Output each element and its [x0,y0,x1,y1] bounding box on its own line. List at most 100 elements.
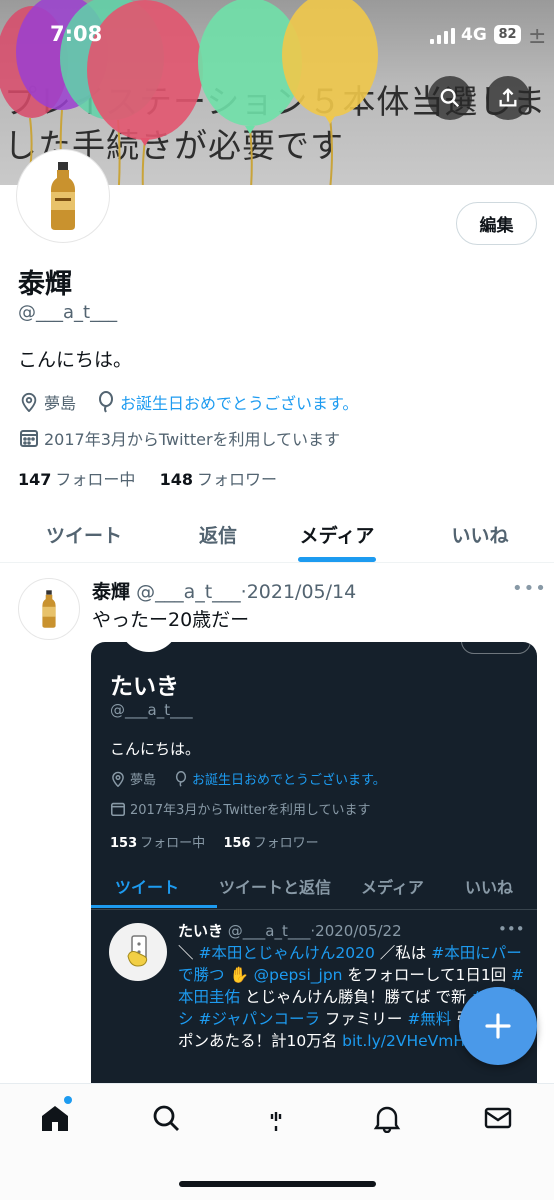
embedded-tweet-name: たいき [178,922,224,940]
embedded-tweet-text-segment: ＼ [178,944,199,962]
embedded-tweet-hashtag: #無料 [407,1010,452,1028]
calendar-icon [20,430,38,447]
tab-media[interactable]: メディア [260,505,414,563]
followers-count: 148 [159,470,194,489]
tweet-author-handle[interactable]: @___a_t___ [136,581,241,603]
mail-icon [484,1107,512,1129]
home-unread-dot [64,1096,72,1104]
tweet-more-button[interactable]: ••• [512,578,547,599]
embedded-tweet-text-segment: ✋ [224,966,254,984]
location-text: 夢島 [44,394,77,413]
embedded-name: たいき [110,674,179,700]
nav-search[interactable] [148,1100,184,1136]
tweet-date[interactable]: 2021/05/14 [247,581,357,603]
embedded-tabs: ツイート ツイートと返信 メディア いいね [91,864,537,910]
share-icon [499,88,517,107]
embedded-tweet-text-segment: ／私は [374,944,432,962]
search-icon [440,88,460,108]
embedded-avatar [119,642,179,652]
embedded-following-label: フォロー中 [140,836,206,851]
embedded-edit-button [461,642,531,654]
embedded-followers-count: 156 [223,836,251,851]
embedded-tweet-date: 2020/05/22 [315,922,402,940]
embedded-followers-label: フォロワー [253,836,319,851]
signal-icon [430,28,455,44]
embedded-tab-likes: いいね [465,878,514,897]
edit-profile-button[interactable]: 編集 [456,202,537,245]
embedded-handle: @___a_t___ [110,701,193,719]
battery-icon: 82 [494,25,521,44]
following-label: フォロー中 [55,470,136,489]
profile-birthday: お誕生日おめでとうございます。 [98,390,358,414]
following-link[interactable]: 147 フォロー中 [18,470,135,489]
embedded-active-tab-indicator [91,905,217,908]
profile-joined: 2017年3月からTwitterを利用しています [20,426,340,450]
follow-stats: 147 フォロー中 148 フォロワー [18,466,277,490]
share-button[interactable] [486,76,530,120]
balloon-icon [99,391,113,413]
hand-avatar-image [127,935,148,967]
search-button[interactable] [428,76,472,120]
tweet-text: やったー20歳だー [92,609,250,631]
followers-label: フォロワー [197,470,278,489]
nav-notifications[interactable] [369,1100,405,1136]
bottle-avatar-image [42,590,56,628]
joined-text: 2017年3月からTwitterを利用しています [44,430,341,449]
embedded-location-text: 夢島 [130,773,157,788]
home-indicator [179,1181,376,1187]
embedded-tweet-avatar [109,923,167,981]
profile-handle: @___a_t___ [18,302,118,323]
embedded-tweet-text-segment: とじゃんけん勝負！勝てば で新 [240,988,472,1006]
embedded-tweet-hashtag: #本田とじゃんけん2020 [198,944,375,962]
embedded-tab-media: メディア [361,878,424,897]
embedded-tweet-hashtag: @pepsi_jpn [253,966,343,984]
embedded-joined-text: 2017年3月からTwitterを利用しています [130,803,371,818]
embedded-following-count: 153 [110,836,138,851]
embedded-tweet-header: たいき @___a_t___·2020/05/22 [178,920,402,941]
birthday-text[interactable]: お誕生日おめでとうございます。 [120,390,358,414]
spaces-icon [270,1112,282,1131]
tweet-author-name[interactable]: 泰輝 [92,581,130,603]
balloon-icon [175,770,187,787]
bottle-avatar-image [51,162,75,230]
tweet-avatar[interactable] [18,578,80,640]
embedded-tweet-more: ••• [498,920,525,938]
following-count: 147 [18,470,52,489]
nav-messages[interactable] [480,1100,516,1136]
bottom-nav [0,1083,554,1200]
embedded-tab-tweets-replies: ツイートと返信 [219,878,332,897]
embedded-tweet-text-segment: ファミリー [319,1010,408,1028]
nav-spaces[interactable] [258,1100,294,1136]
home-icon [42,1106,68,1131]
profile-tabs: ツイート 返信 メディア いいね [0,505,554,563]
nav-home[interactable] [37,1100,73,1136]
compose-tweet-button[interactable] [459,987,537,1065]
profile-name: 泰輝 [18,269,72,300]
bell-icon [373,1106,401,1133]
status-time: 7:08 [50,22,103,46]
location-pin-icon [21,392,37,412]
embedded-tweet-handle: @___a_t___ [227,922,311,940]
embedded-tab-tweets: ツイート [115,878,180,897]
tab-likes[interactable]: いいね [402,505,554,563]
network-label: 4G [461,25,487,45]
embedded-follow-stats: 153 フォロー中 156 フォロワー [110,832,319,851]
embedded-tweet-hashtag: bit.ly/2VHeVmH [342,1032,466,1050]
followers-link[interactable]: 148 フォロワー [160,470,277,489]
status-bar: 7:08 4G 82 ± [0,0,554,70]
embedded-birthday: お誕生日おめでとうございます。 [175,769,386,788]
tweet-header: 泰輝 @___a_t___·2021/05/14 [92,577,356,604]
profile-avatar[interactable] [17,150,109,242]
active-tab-indicator [298,557,376,562]
profile-location: 夢島 [20,390,76,414]
embedded-tweet-hashtag: #ジャパンコーラ [198,1010,320,1028]
calendar-icon [111,802,125,816]
embedded-bio: こんにちは。 [110,740,201,758]
edge-glyph: ± [528,24,547,49]
embedded-location: 夢島 [111,769,156,788]
plus-icon [485,1013,511,1039]
profile-bio: こんにちは。 [18,349,133,371]
embedded-birthday-text: お誕生日おめでとうございます。 [192,773,386,788]
embedded-tweet-text-segment: をフォローして1日1回 [342,966,512,984]
embedded-joined: 2017年3月からTwitterを利用しています [111,799,371,818]
